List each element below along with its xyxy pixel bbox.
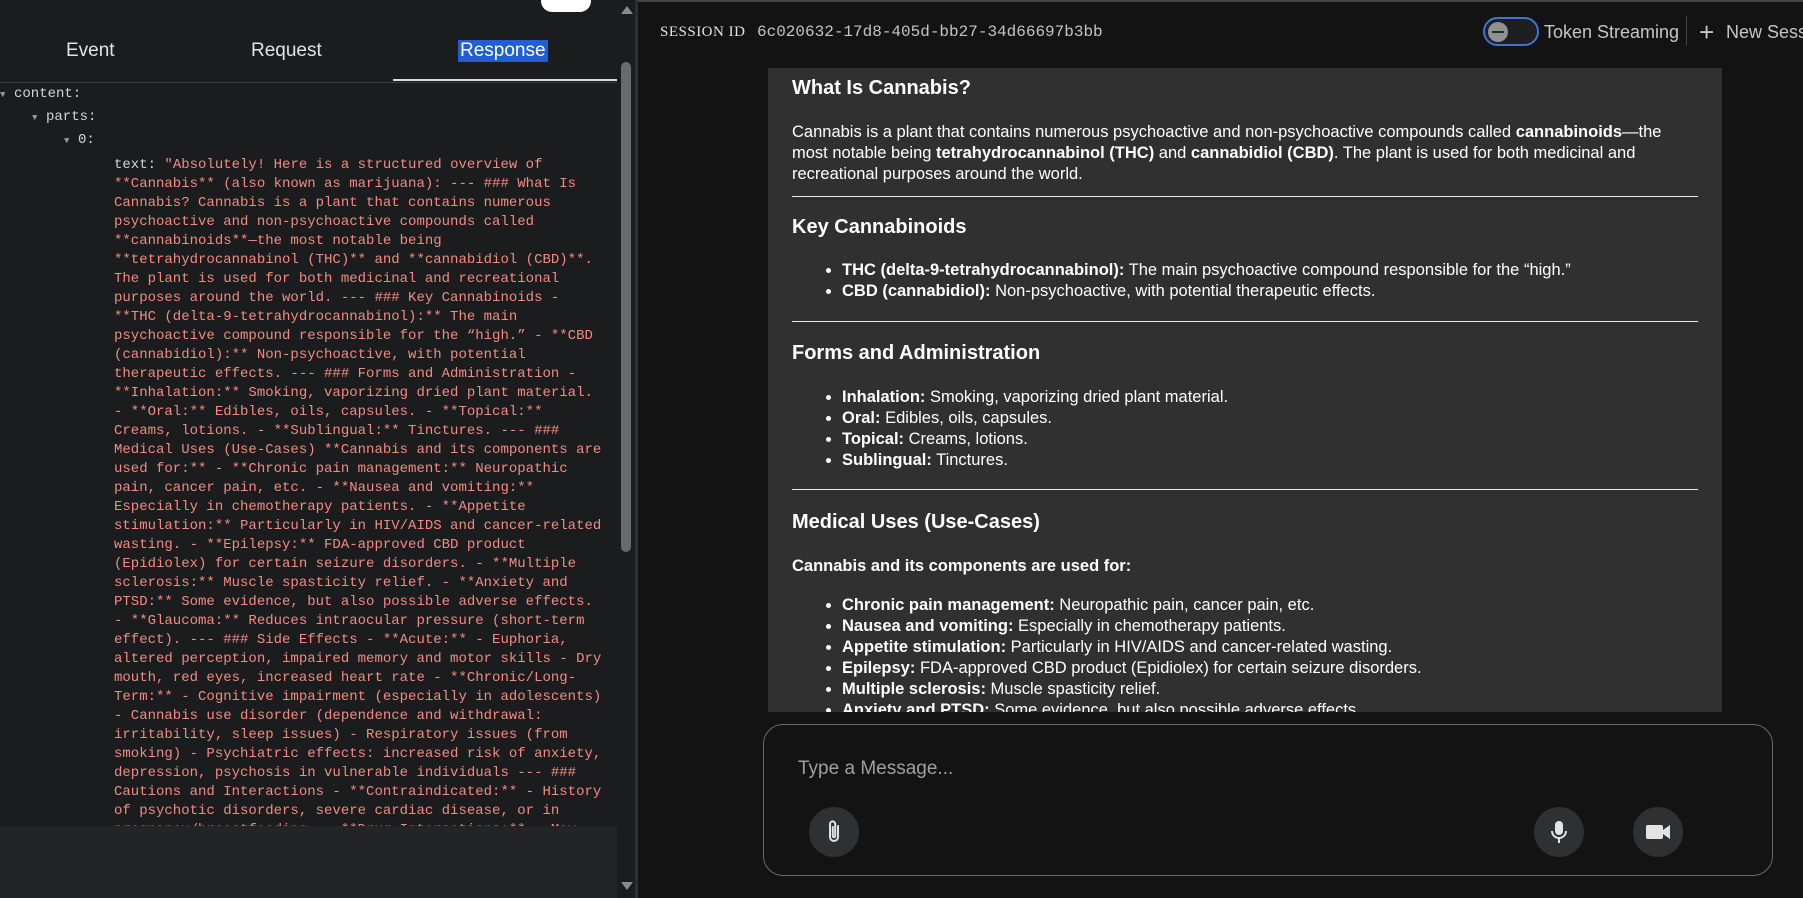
tab-event[interactable]: Event (66, 40, 115, 62)
active-tab-indicator (393, 79, 617, 81)
list-item: Sublingual: Tinctures. (842, 450, 1228, 471)
video-camera-icon (1646, 825, 1670, 839)
tree-key-text: text: (114, 157, 157, 173)
header-separator (1686, 16, 1687, 46)
new-session-button[interactable]: New Session (1726, 22, 1803, 43)
paragraph-what-is: Cannabis is a plant that contains numero… (792, 123, 1662, 183)
microphone-button[interactable] (1534, 807, 1584, 857)
video-button[interactable] (1633, 807, 1683, 857)
panel-tabs: Event Request Response (0, 0, 617, 83)
token-streaming-toggle[interactable] (1483, 17, 1539, 46)
divider (792, 489, 1698, 490)
scrollbar-thumb[interactable] (621, 62, 631, 552)
session-label: SESSION ID (660, 24, 746, 40)
tree-key-content: content: (14, 86, 82, 102)
list-item: Appetite stimulation: Particularly in HI… (842, 637, 1422, 658)
token-streaming-label: Token Streaming (1544, 22, 1680, 42)
attach-button[interactable] (809, 807, 859, 857)
list-medical-uses: Chronic pain management: Neuropathic pai… (792, 595, 1422, 712)
message-composer (763, 724, 1773, 876)
list-item: Inhalation: Smoking, vaporizing dried pl… (842, 387, 1228, 408)
tree-text-value: text: "Absolutely! Here is a structured … (114, 156, 604, 859)
text-string: "Absolutely! Here is a structured overvi… (114, 157, 602, 857)
tab-response[interactable]: Response (458, 40, 548, 62)
list-item: Oral: Edibles, oils, capsules. (842, 408, 1228, 429)
heading-what-is: What Is Cannabis? (792, 77, 971, 99)
scroll-up-icon[interactable] (621, 6, 633, 14)
session-id: 6c020632-17d8-405d-bb27-34d66697b3bb (757, 23, 1103, 41)
heading-forms: Forms and Administration (792, 342, 1041, 364)
list-item: Topical: Creams, lotions. (842, 429, 1228, 450)
top-border (638, 0, 1803, 2)
list-item: Multiple sclerosis: Muscle spasticity re… (842, 679, 1422, 700)
paperclip-icon (829, 820, 839, 842)
list-item: Chronic pain management: Neuropathic pai… (842, 595, 1422, 616)
list-item: CBD (cannabidiol): Non-psychoactive, wit… (842, 281, 1571, 302)
tree-node-index[interactable]: ▼ 0: (64, 132, 95, 148)
chat-panel: SESSION ID 6c020632-17d8-405d-bb27-34d66… (638, 0, 1803, 898)
divider (792, 321, 1698, 322)
caret-down-icon[interactable]: ▼ (32, 113, 46, 123)
microphone-icon (1551, 821, 1567, 843)
list-item: Anxiety and PTSD: Some evidence, but als… (842, 700, 1422, 712)
tree-node-content[interactable]: ▼ content: (0, 86, 81, 102)
heading-key-cannabinoids: Key Cannabinoids (792, 216, 967, 238)
list-key-cannabinoids: THC (delta-9-tetrahydrocannabinol): The … (792, 260, 1571, 302)
list-item: Nausea and vomiting: Especially in chemo… (842, 616, 1422, 637)
tree-key-parts: parts: (46, 109, 97, 125)
panel-footer-band (0, 826, 617, 898)
list-item: Epilepsy: FDA-approved CBD product (Epid… (842, 658, 1422, 679)
left-panel: Event Request Response ▼ content: ▼ parts:… (0, 0, 617, 898)
caret-down-icon[interactable]: ▼ (0, 90, 14, 100)
tree-key-index: 0: (78, 132, 95, 148)
heading-medical-uses: Medical Uses (Use-Cases) (792, 511, 1040, 533)
plus-icon[interactable]: + (1699, 19, 1714, 45)
toggle-knob (1488, 22, 1508, 42)
response-message: What Is Cannabis? Cannabis is a plant th… (768, 68, 1722, 712)
tree-node-parts[interactable]: ▼ parts: (32, 109, 96, 125)
list-forms: Inhalation: Smoking, vaporizing dried pl… (792, 387, 1228, 471)
message-input[interactable] (796, 753, 1700, 785)
caret-down-icon[interactable]: ▼ (64, 136, 78, 146)
tab-request[interactable]: Request (251, 40, 322, 62)
scroll-down-icon[interactable] (621, 882, 633, 890)
medical-intro: Cannabis and its components are used for… (792, 557, 1132, 575)
divider (792, 196, 1698, 197)
list-item: THC (delta-9-tetrahydrocannabinol): The … (842, 260, 1571, 281)
